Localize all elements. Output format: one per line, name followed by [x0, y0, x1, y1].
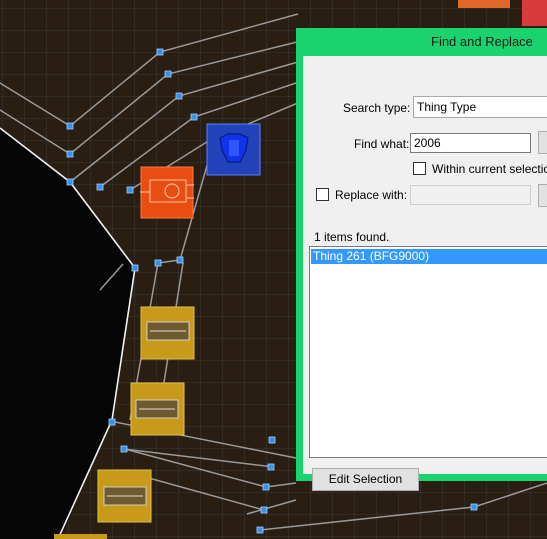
replace-with-checkbox[interactable] — [316, 188, 329, 201]
search-type-select[interactable]: Thing Type — [413, 96, 547, 118]
ammo-box-thing-icon[interactable] — [140, 306, 195, 360]
ammo-box-thing-icon[interactable] — [54, 534, 107, 539]
replace-with-label[interactable]: Replace with: — [335, 188, 407, 202]
list-item[interactable]: Thing 261 (BFG9000) — [311, 249, 547, 264]
armor-thing-icon[interactable] — [206, 123, 261, 176]
bfg9000-thing-icon[interactable] — [140, 166, 194, 219]
find-what-input[interactable]: 2006 — [410, 133, 531, 153]
search-type-label: Search type: — [343, 101, 411, 115]
dialog-title[interactable]: Find and Replace — [296, 28, 547, 56]
within-selection-label[interactable]: Within current selection — [432, 162, 547, 176]
within-selection-checkbox[interactable] — [413, 162, 426, 175]
find-browse-button[interactable] — [538, 131, 547, 154]
find-replace-dialog: Find and Replace Search type: Thing Type… — [296, 28, 547, 491]
find-what-label: Find what: — [354, 137, 410, 151]
replace-browse-button[interactable] — [538, 184, 547, 207]
edit-selection-button[interactable]: Edit Selection — [312, 468, 419, 491]
results-list[interactable]: Thing 261 (BFG9000) — [309, 246, 547, 458]
ammo-box-thing-icon[interactable] — [97, 469, 152, 523]
replace-with-input[interactable] — [410, 185, 531, 205]
dialog-body: Search type: Thing Type Find what: 2006 … — [303, 56, 547, 491]
ammo-box-thing-icon[interactable] — [130, 382, 185, 436]
results-count: 1 items found. — [314, 230, 390, 244]
